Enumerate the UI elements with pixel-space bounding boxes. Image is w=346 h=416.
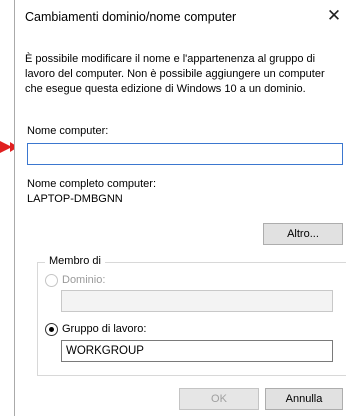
- workgroup-label: Gruppo di lavoro:: [62, 323, 147, 335]
- full-computer-name-label: Nome completo computer:: [27, 178, 156, 190]
- change-computer-name-dialog: Cambiamenti dominio/nome computer ✕ È po…: [14, 0, 346, 416]
- domain-radio[interactable]: [45, 274, 58, 287]
- ok-button[interactable]: OK: [179, 388, 259, 410]
- dialog-description: È possibile modificare il nome e l'appar…: [25, 53, 325, 95]
- computer-name-label: Nome computer:: [27, 125, 109, 137]
- radio-selected-dot: [49, 327, 54, 332]
- dialog-title: Cambiamenti dominio/nome computer: [25, 10, 237, 24]
- member-of-label: Membro di: [45, 255, 105, 267]
- title-bar: Cambiamenti dominio/nome computer ✕: [15, 0, 346, 32]
- domain-input[interactable]: [61, 290, 333, 312]
- full-computer-name-value: LAPTOP-DMBGNN: [27, 193, 123, 205]
- close-icon[interactable]: ✕: [323, 5, 345, 27]
- more-button[interactable]: Altro...: [263, 223, 343, 245]
- computer-name-input[interactable]: [27, 143, 343, 165]
- workgroup-radio[interactable]: [45, 323, 58, 336]
- workgroup-input[interactable]: [61, 340, 333, 362]
- cancel-button[interactable]: Annulla: [265, 388, 343, 410]
- domain-label: Dominio:: [62, 274, 106, 286]
